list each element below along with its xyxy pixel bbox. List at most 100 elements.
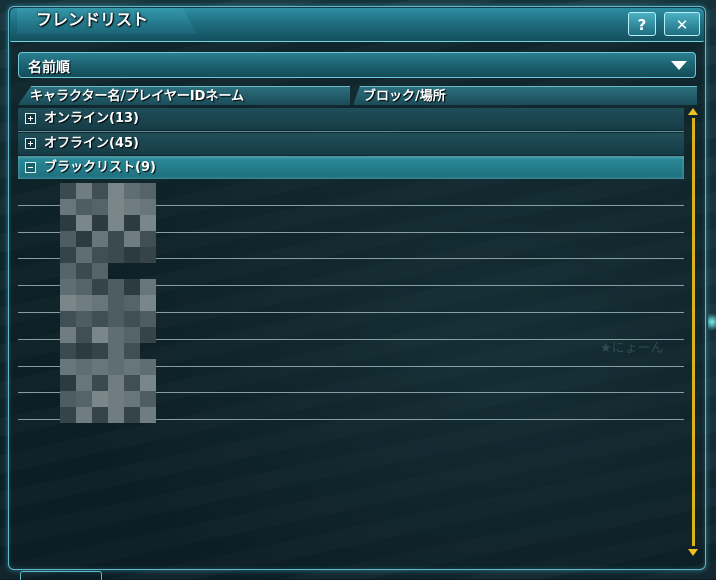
group-offline[interactable]: オフライン(45) [18, 133, 684, 155]
mosaic-tile [124, 231, 140, 247]
mosaic-tile [140, 375, 156, 391]
mosaic-tile [124, 375, 140, 391]
plus-box-icon[interactable] [25, 138, 36, 149]
mosaic-tile [140, 231, 156, 247]
mosaic-tile [108, 215, 124, 231]
mosaic-tile [60, 231, 76, 247]
mosaic-tile [60, 247, 76, 263]
mosaic-tile [108, 295, 124, 311]
mosaic-tile [108, 375, 124, 391]
mosaic-tile [76, 407, 92, 423]
column-header-location[interactable]: ブロック/場所 [353, 86, 697, 105]
mosaic-tile [140, 407, 156, 423]
scroll-down-arrow-icon[interactable] [688, 549, 698, 556]
mosaic-tile [60, 279, 76, 295]
group-label-offline: オフライン(45) [44, 136, 139, 151]
mosaic-tile [76, 327, 92, 343]
mosaic-tile [92, 215, 108, 231]
mosaic-tile [76, 279, 92, 295]
mosaic-tile [92, 327, 108, 343]
close-icon: ✕ [675, 16, 689, 34]
group-blacklist[interactable]: ブラックリスト(9) [18, 157, 684, 179]
mosaic-tile [60, 391, 76, 407]
mosaic-tile [140, 311, 156, 327]
mosaic-tile [76, 375, 92, 391]
mosaic-tile [60, 327, 76, 343]
mosaic-tile [124, 183, 140, 199]
mosaic-tile [108, 391, 124, 407]
mosaic-tile [140, 199, 156, 215]
mosaic-tile [124, 199, 140, 215]
mosaic-tile [92, 247, 108, 263]
mosaic-tile [92, 359, 108, 375]
mosaic-tile [124, 279, 140, 295]
group-label-online: オンライン(13) [44, 111, 139, 126]
group-label-blacklist: ブラックリスト(9) [44, 160, 156, 175]
mosaic-tile [108, 311, 124, 327]
mosaic-tile [124, 247, 140, 263]
mosaic-tile [108, 231, 124, 247]
minus-box-icon[interactable] [25, 162, 36, 173]
mosaic-tile [76, 183, 92, 199]
mosaic-tile [140, 247, 156, 263]
mosaic-tile [60, 407, 76, 423]
mosaic-tile [60, 311, 76, 327]
mosaic-tile [76, 247, 92, 263]
mosaic-tile [124, 311, 140, 327]
triangle-down-icon [671, 61, 687, 70]
mosaic-tile [76, 391, 92, 407]
mosaic-tile [108, 407, 124, 423]
mosaic-tile [76, 231, 92, 247]
mosaic-tile [124, 343, 140, 359]
mosaic-tile [60, 263, 76, 279]
mosaic-tile [140, 183, 156, 199]
mosaic-tile [140, 327, 156, 343]
mosaic-tile [108, 327, 124, 343]
mosaic-tile [108, 247, 124, 263]
mosaic-tile [92, 343, 108, 359]
group-online[interactable]: オンライン(13) [18, 108, 684, 130]
mosaic-tile [124, 359, 140, 375]
close-button[interactable]: ✕ [664, 12, 700, 36]
column-header-name[interactable]: キャラクター名/プレイヤーIDネーム [18, 86, 350, 105]
mosaic-tile [124, 407, 140, 423]
scroll-up-arrow-icon[interactable] [688, 108, 698, 115]
mosaic-tile [60, 343, 76, 359]
mosaic-tile [124, 295, 140, 311]
mosaic-tile [60, 359, 76, 375]
mosaic-tile [108, 359, 124, 375]
mosaic-tile [108, 279, 124, 295]
mosaic-tile [92, 231, 108, 247]
mosaic-tile [92, 375, 108, 391]
mosaic-tile [92, 295, 108, 311]
mosaic-tile [124, 327, 140, 343]
mosaic-tile [140, 279, 156, 295]
side-glow [708, 310, 716, 334]
mosaic-tile [108, 199, 124, 215]
plus-box-icon[interactable] [25, 113, 36, 124]
mosaic-tile [92, 311, 108, 327]
help-button[interactable]: ? [628, 12, 656, 36]
window-title: フレンドリスト [36, 10, 149, 29]
mosaic-tile [108, 343, 124, 359]
mosaic-tile [60, 295, 76, 311]
mosaic-tile [140, 391, 156, 407]
mosaic-tile [76, 263, 92, 279]
mosaic-tile [76, 311, 92, 327]
mosaic-tile [60, 215, 76, 231]
mosaic-tile [92, 279, 108, 295]
mosaic-tile [60, 183, 76, 199]
mosaic-tile [60, 375, 76, 391]
mosaic-tile [124, 215, 140, 231]
mosaic-tile [76, 359, 92, 375]
mosaic-tile [140, 215, 156, 231]
mosaic-tile [124, 391, 140, 407]
mosaic-tile [140, 295, 156, 311]
mosaic-tile [108, 183, 124, 199]
mosaic-tile [76, 199, 92, 215]
mosaic-tile [92, 407, 108, 423]
scrollbar-track[interactable] [692, 118, 695, 546]
divider [18, 131, 684, 132]
mosaic-tile [60, 199, 76, 215]
sort-dropdown[interactable]: 名前順 [18, 52, 696, 78]
